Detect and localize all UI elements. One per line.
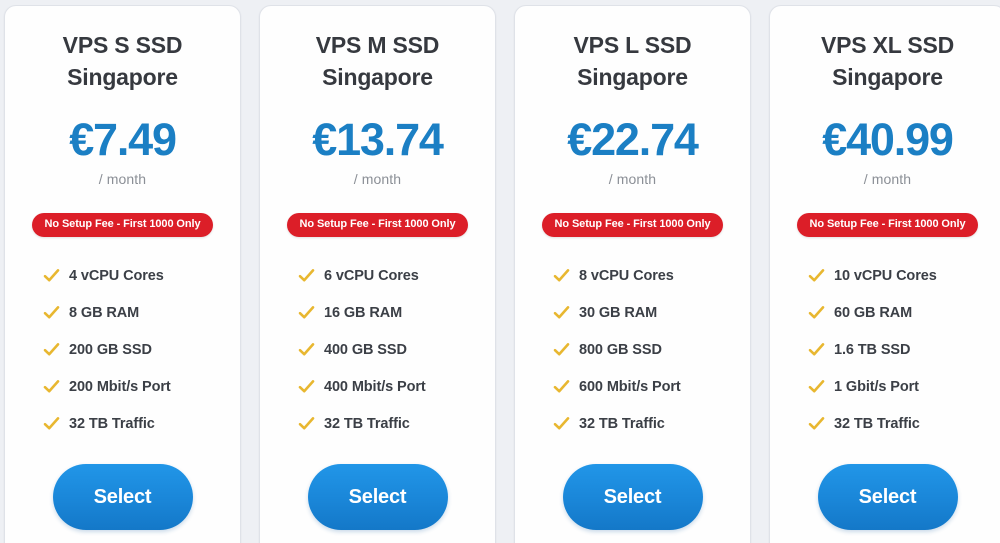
check-icon — [298, 415, 315, 432]
list-item: 10 vCPU Cores — [808, 257, 995, 294]
plan-location: Singapore — [67, 63, 178, 90]
list-item: 200 GB SSD — [43, 331, 230, 368]
plan-name: VPS S SSD — [62, 32, 183, 58]
list-item: 32 TB Traffic — [808, 405, 995, 442]
promo-badge: No Setup Fee - First 1000 Only — [286, 213, 469, 238]
plan-feature-list: 6 vCPU Cores 16 GB RAM 400 GB SSD 400 Mb… — [270, 257, 485, 442]
promo-badge: No Setup Fee - First 1000 Only — [796, 213, 979, 238]
feature-label: 32 TB Traffic — [69, 415, 155, 432]
list-item: 32 TB Traffic — [298, 405, 485, 442]
plan-feature-list: 4 vCPU Cores 8 GB RAM 200 GB SSD 200 Mbi… — [15, 257, 230, 442]
feature-label: 600 Mbit/s Port — [579, 378, 681, 395]
list-item: 32 TB Traffic — [43, 405, 230, 442]
list-item: 16 GB RAM — [298, 294, 485, 331]
list-item: 400 GB SSD — [298, 331, 485, 368]
feature-label: 30 GB RAM — [579, 304, 658, 321]
feature-label: 8 vCPU Cores — [579, 267, 674, 284]
feature-label: 32 TB Traffic — [579, 415, 665, 432]
check-icon — [553, 378, 570, 395]
check-icon — [808, 304, 825, 321]
feature-label: 6 vCPU Cores — [324, 267, 419, 284]
list-item: 60 GB RAM — [808, 294, 995, 331]
list-item: 800 GB SSD — [553, 331, 740, 368]
feature-label: 8 GB RAM — [69, 304, 140, 321]
plan-billing-period: / month — [608, 171, 657, 188]
list-item: 30 GB RAM — [553, 294, 740, 331]
list-item: 600 Mbit/s Port — [553, 368, 740, 405]
plan-price: €13.74 — [312, 114, 444, 166]
feature-label: 1.6 TB SSD — [834, 341, 911, 358]
check-icon — [43, 415, 60, 432]
check-icon — [298, 267, 315, 284]
plan-title: VPS L SSD Singapore — [574, 30, 692, 93]
check-icon — [43, 378, 60, 395]
check-icon — [808, 267, 825, 284]
list-item: 8 vCPU Cores — [553, 257, 740, 294]
plan-location: Singapore — [832, 63, 943, 90]
check-icon — [298, 304, 315, 321]
select-plan-button[interactable]: Select — [817, 464, 958, 531]
pricing-plan-card-4[interactable]: VPS XL SSD Singapore €40.99 / month No S… — [769, 5, 1000, 543]
plan-price: €7.49 — [69, 114, 177, 166]
feature-label: 10 vCPU Cores — [834, 267, 937, 284]
feature-label: 1 Gbit/s Port — [834, 378, 919, 395]
list-item: 32 TB Traffic — [553, 405, 740, 442]
plan-title: VPS XL SSD Singapore — [821, 30, 954, 93]
feature-label: 200 GB SSD — [69, 341, 152, 358]
select-plan-button[interactable]: Select — [52, 464, 193, 531]
plan-name: VPS M SSD — [315, 32, 440, 58]
promo-badge: No Setup Fee - First 1000 Only — [31, 213, 214, 238]
list-item: 200 Mbit/s Port — [43, 368, 230, 405]
feature-label: 4 vCPU Cores — [69, 267, 164, 284]
feature-label: 800 GB SSD — [579, 341, 662, 358]
feature-label: 32 TB Traffic — [834, 415, 920, 432]
check-icon — [553, 304, 570, 321]
feature-label: 16 GB RAM — [324, 304, 403, 321]
list-item: 6 vCPU Cores — [298, 257, 485, 294]
pricing-plans-row: VPS S SSD Singapore €7.49 / month No Set… — [0, 0, 1000, 543]
plan-price: €40.99 — [822, 114, 954, 166]
check-icon — [808, 341, 825, 358]
plan-billing-period: / month — [863, 171, 912, 188]
promo-badge: No Setup Fee - First 1000 Only — [541, 213, 724, 238]
list-item: 4 vCPU Cores — [43, 257, 230, 294]
check-icon — [298, 378, 315, 395]
check-icon — [553, 341, 570, 358]
check-icon — [808, 378, 825, 395]
feature-label: 400 Mbit/s Port — [324, 378, 426, 395]
check-icon — [43, 304, 60, 321]
check-icon — [553, 267, 570, 284]
plan-name: VPS L SSD — [573, 32, 692, 58]
check-icon — [43, 341, 60, 358]
plan-title: VPS M SSD Singapore — [315, 30, 440, 93]
plan-billing-period: / month — [98, 171, 147, 188]
check-icon — [43, 267, 60, 284]
check-icon — [808, 415, 825, 432]
plan-location: Singapore — [577, 63, 688, 90]
feature-label: 400 GB SSD — [324, 341, 407, 358]
list-item: 400 Mbit/s Port — [298, 368, 485, 405]
pricing-plan-card-1[interactable]: VPS S SSD Singapore €7.49 / month No Set… — [4, 5, 241, 543]
list-item: 1.6 TB SSD — [808, 331, 995, 368]
plan-name: VPS XL SSD — [820, 32, 955, 58]
plan-billing-period: / month — [353, 171, 402, 188]
plan-title: VPS S SSD Singapore — [63, 30, 183, 93]
check-icon — [553, 415, 570, 432]
plan-price: €22.74 — [567, 114, 699, 166]
plan-feature-list: 10 vCPU Cores 60 GB RAM 1.6 TB SSD 1 Gbi… — [780, 257, 995, 442]
plan-feature-list: 8 vCPU Cores 30 GB RAM 800 GB SSD 600 Mb… — [525, 257, 740, 442]
feature-label: 60 GB RAM — [834, 304, 913, 321]
check-icon — [298, 341, 315, 358]
pricing-plan-card-3[interactable]: VPS L SSD Singapore €22.74 / month No Se… — [514, 5, 751, 543]
plan-location: Singapore — [322, 63, 433, 90]
select-plan-button[interactable]: Select — [562, 464, 703, 531]
pricing-plan-card-2[interactable]: VPS M SSD Singapore €13.74 / month No Se… — [259, 5, 496, 543]
select-plan-button[interactable]: Select — [307, 464, 448, 531]
list-item: 1 Gbit/s Port — [808, 368, 995, 405]
feature-label: 200 Mbit/s Port — [69, 378, 171, 395]
feature-label: 32 TB Traffic — [324, 415, 410, 432]
list-item: 8 GB RAM — [43, 294, 230, 331]
